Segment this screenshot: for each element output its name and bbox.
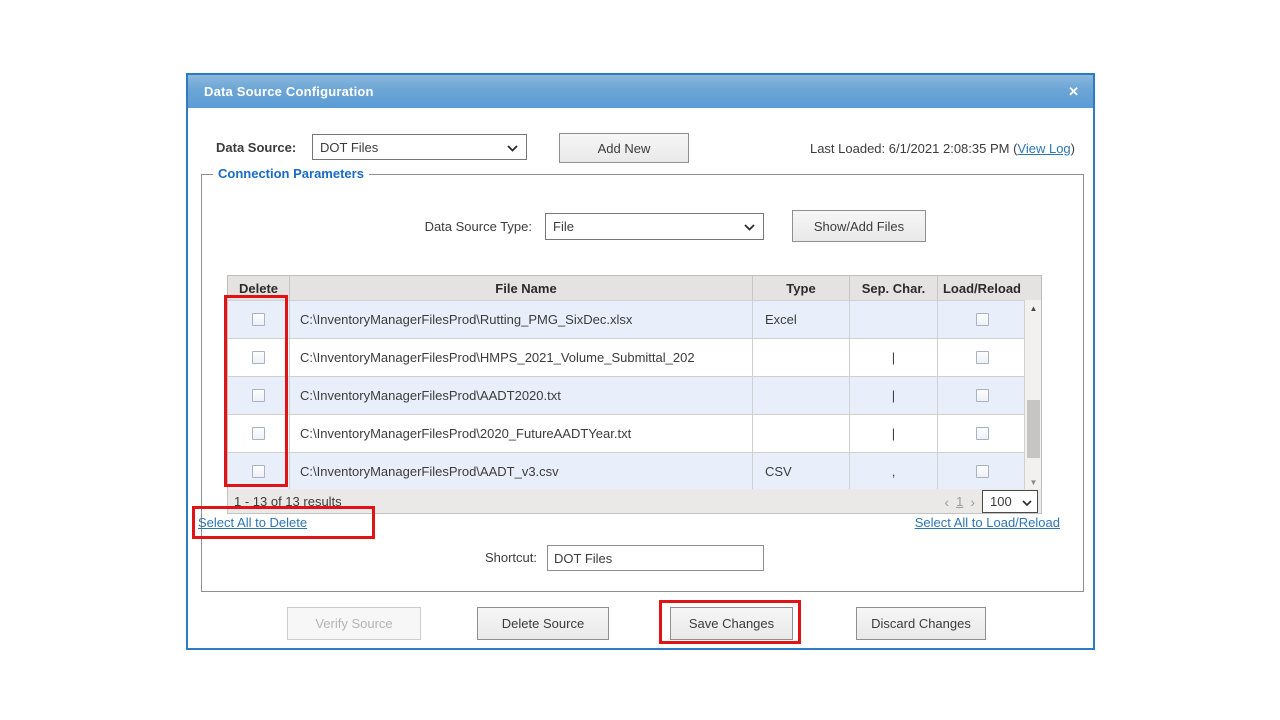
shortcut-input[interactable]: DOT Files xyxy=(547,545,764,571)
last-loaded-suffix: ) xyxy=(1071,141,1075,156)
page-size-dropdown[interactable]: 100 xyxy=(982,490,1038,513)
load-reload-cell xyxy=(938,338,1026,376)
verify-source-button: Verify Source xyxy=(287,607,421,640)
table-row: C:\InventoryManagerFilesProd\AADT2020.tx… xyxy=(228,376,1041,414)
page-number[interactable]: 1 xyxy=(956,494,963,509)
show-add-files-button[interactable]: Show/Add Files xyxy=(792,210,926,242)
sep-char-cell: | xyxy=(850,414,938,452)
delete-checkbox[interactable] xyxy=(252,313,265,326)
delete-checkbox[interactable] xyxy=(252,389,265,402)
chevron-down-icon xyxy=(744,219,755,234)
sep-char-cell: , xyxy=(850,452,938,490)
column-header-sep-char: Sep. Char. xyxy=(850,276,938,300)
last-loaded-text: Last Loaded: 6/1/2021 2:08:35 PM (View L… xyxy=(810,141,1075,156)
delete-checkbox[interactable] xyxy=(252,465,265,478)
page-size-value: 100 xyxy=(990,494,1012,509)
file-name-cell: C:\InventoryManagerFilesProd\HMPS_2021_V… xyxy=(290,338,753,376)
delete-cell xyxy=(228,338,290,376)
type-cell xyxy=(753,376,850,414)
delete-checkbox[interactable] xyxy=(252,351,265,364)
data-source-dropdown-value: DOT Files xyxy=(320,140,378,155)
data-source-type-dropdown[interactable]: File xyxy=(545,213,764,240)
delete-cell xyxy=(228,376,290,414)
data-source-label: Data Source: xyxy=(216,140,296,155)
load-reload-cell xyxy=(938,300,1026,338)
screen: Data Source Configuration ✕ Data Source:… xyxy=(0,0,1280,720)
file-name-cell: C:\InventoryManagerFilesProd\2020_Future… xyxy=(290,414,753,452)
column-header-type: Type xyxy=(753,276,850,300)
type-cell: CSV xyxy=(753,452,850,490)
data-source-dropdown[interactable]: DOT Files xyxy=(312,134,527,160)
delete-cell xyxy=(228,414,290,452)
close-icon[interactable]: ✕ xyxy=(1068,85,1079,98)
save-changes-button[interactable]: Save Changes xyxy=(670,607,793,640)
load-reload-checkbox[interactable] xyxy=(976,313,989,326)
sep-char-cell: | xyxy=(850,338,938,376)
delete-cell xyxy=(228,452,290,490)
load-reload-checkbox[interactable] xyxy=(976,465,989,478)
files-table-header: Delete File Name Type Sep. Char. Load/Re… xyxy=(228,276,1041,300)
table-scrollbar[interactable]: ▲ ▼ xyxy=(1024,300,1041,490)
scroll-down-icon[interactable]: ▼ xyxy=(1025,474,1042,490)
dialog-title: Data Source Configuration xyxy=(204,84,374,99)
type-cell xyxy=(753,414,850,452)
load-reload-cell xyxy=(938,376,1026,414)
file-name-cell: C:\InventoryManagerFilesProd\Rutting_PMG… xyxy=(290,300,753,338)
pagination-bar: 1 - 13 of 13 results ‹ 1 › 100 xyxy=(227,489,1042,514)
sep-char-cell: | xyxy=(850,376,938,414)
scrollbar-thumb[interactable] xyxy=(1027,400,1040,458)
table-row: C:\InventoryManagerFilesProd\AADT_v3.csv… xyxy=(228,452,1041,490)
load-reload-cell xyxy=(938,452,1026,490)
load-reload-checkbox[interactable] xyxy=(976,389,989,402)
view-log-link[interactable]: View Log xyxy=(1017,141,1070,156)
column-header-load-reload: Load/Reload xyxy=(938,276,1026,300)
scroll-up-icon[interactable]: ▲ xyxy=(1025,300,1042,316)
delete-source-button[interactable]: Delete Source xyxy=(477,607,609,640)
shortcut-label: Shortcut: xyxy=(388,550,537,565)
table-row: C:\InventoryManagerFilesProd\Rutting_PMG… xyxy=(228,300,1041,338)
delete-checkbox[interactable] xyxy=(252,427,265,440)
connection-parameters-legend: Connection Parameters xyxy=(213,166,369,181)
next-page-icon[interactable]: › xyxy=(970,494,975,510)
select-all-to-delete-link[interactable]: Select All to Delete xyxy=(198,515,307,530)
delete-cell xyxy=(228,300,290,338)
column-header-delete: Delete xyxy=(228,276,290,300)
data-source-configuration-dialog: Data Source Configuration ✕ Data Source:… xyxy=(186,73,1095,650)
column-header-file-name: File Name xyxy=(290,276,753,300)
files-table: Delete File Name Type Sep. Char. Load/Re… xyxy=(227,275,1042,489)
table-row: C:\InventoryManagerFilesProd\2020_Future… xyxy=(228,414,1041,452)
data-source-type-label: Data Source Type: xyxy=(368,219,532,234)
file-name-cell: C:\InventoryManagerFilesProd\AADT2020.tx… xyxy=(290,376,753,414)
pager: ‹ 1 › xyxy=(944,489,975,514)
prev-page-icon[interactable]: ‹ xyxy=(944,494,949,510)
data-source-type-value: File xyxy=(553,219,574,234)
load-reload-checkbox[interactable] xyxy=(976,427,989,440)
sep-char-cell xyxy=(850,300,938,338)
file-name-cell: C:\InventoryManagerFilesProd\AADT_v3.csv xyxy=(290,452,753,490)
dialog-titlebar: Data Source Configuration ✕ xyxy=(188,75,1093,108)
chevron-down-icon xyxy=(507,140,518,155)
last-loaded-prefix: Last Loaded: 6/1/2021 2:08:35 PM ( xyxy=(810,141,1017,156)
discard-changes-button[interactable]: Discard Changes xyxy=(856,607,986,640)
results-count: 1 - 13 of 13 results xyxy=(228,494,342,509)
add-new-button[interactable]: Add New xyxy=(559,133,689,163)
type-cell xyxy=(753,338,850,376)
table-row: C:\InventoryManagerFilesProd\HMPS_2021_V… xyxy=(228,338,1041,376)
load-reload-cell xyxy=(938,414,1026,452)
chevron-down-icon xyxy=(1022,494,1032,509)
type-cell: Excel xyxy=(753,300,850,338)
select-all-to-load-reload-link[interactable]: Select All to Load/Reload xyxy=(915,515,1060,530)
load-reload-checkbox[interactable] xyxy=(976,351,989,364)
